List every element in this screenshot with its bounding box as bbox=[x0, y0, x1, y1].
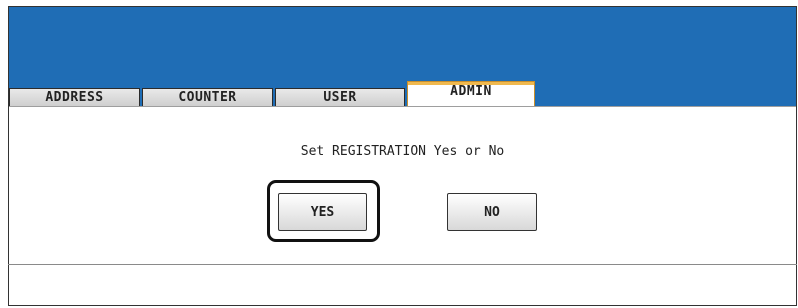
no-button[interactable]: NO bbox=[447, 193, 537, 231]
registration-prompt: Set REGISTRATION Yes or No bbox=[300, 144, 505, 159]
tab-label: ADDRESS bbox=[45, 90, 104, 105]
tab-label: COUNTER bbox=[178, 90, 237, 105]
footer-divider bbox=[8, 264, 797, 265]
main-panel: ADDRESS COUNTER USER ADMIN Set REGISTRAT… bbox=[8, 6, 797, 306]
yes-button[interactable]: YES bbox=[278, 193, 367, 231]
tab-user[interactable]: USER bbox=[275, 88, 405, 106]
tab-admin[interactable]: ADMIN bbox=[407, 81, 535, 106]
tab-bar: ADDRESS COUNTER USER ADMIN bbox=[9, 81, 796, 106]
tab-baseline bbox=[9, 106, 796, 107]
tab-label: USER bbox=[323, 90, 357, 105]
tab-label: ADMIN bbox=[450, 83, 492, 99]
tab-address[interactable]: ADDRESS bbox=[9, 88, 140, 106]
tab-counter[interactable]: COUNTER bbox=[142, 88, 273, 106]
